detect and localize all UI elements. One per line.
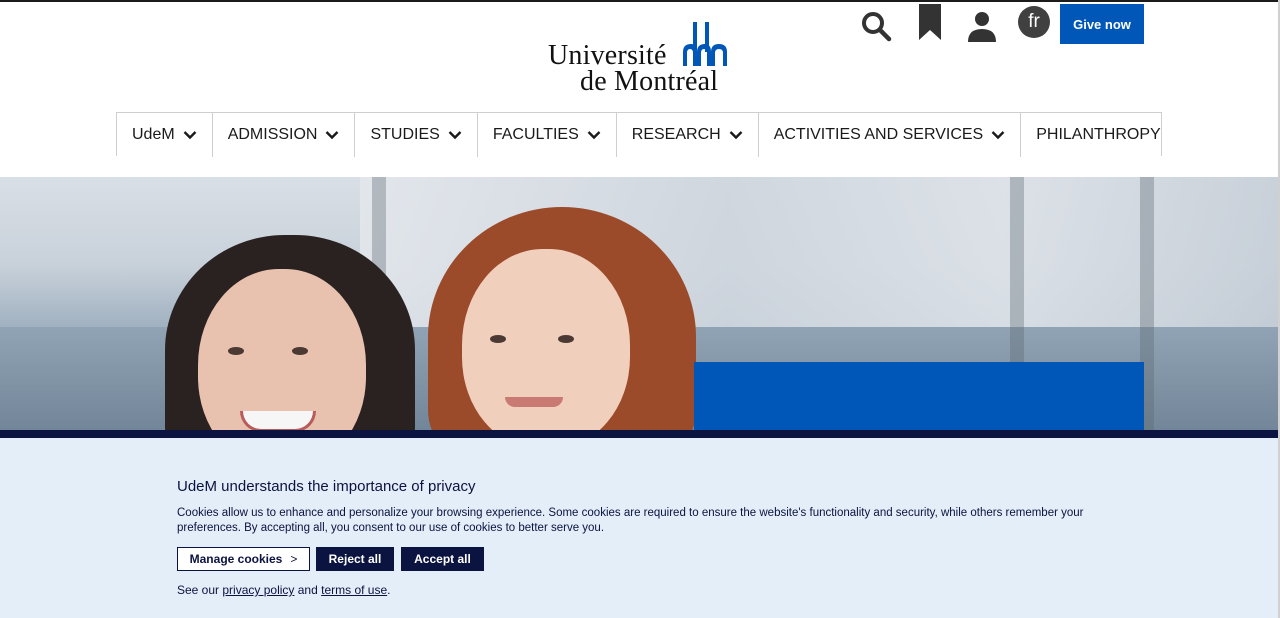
nav-item-philanthropy[interactable]: PHILANTHROPY — [1021, 113, 1175, 157]
search-icon[interactable] — [858, 6, 894, 46]
bookmark-icon[interactable] — [912, 2, 948, 42]
person-left-eye — [228, 347, 244, 355]
person-right-eye — [490, 335, 506, 343]
manage-cookies-button[interactable]: Manage cookies > — [177, 547, 310, 571]
language-toggle-button[interactable]: fr — [1018, 6, 1050, 38]
site-header: Université de Montréal fr Give now UdeM … — [0, 2, 1280, 177]
nav-item-label: RESEARCH — [631, 126, 721, 143]
chevron-down-icon — [448, 130, 462, 140]
nav-item-label: ACTIVITIES AND SERVICES — [773, 126, 984, 143]
person-right-eye — [558, 335, 574, 343]
hero-image — [0, 177, 1280, 430]
logo-text-line2: de Montréal — [580, 66, 719, 97]
nav-item-activities-and-services[interactable]: ACTIVITIES AND SERVICES — [759, 113, 1022, 157]
manage-cookies-label: Manage cookies — [189, 552, 283, 566]
logo-mark-icon — [683, 22, 727, 66]
hero-blue-panel — [694, 362, 1144, 430]
give-now-button[interactable]: Give now — [1060, 4, 1144, 44]
footer-prefix: See our — [177, 583, 220, 597]
nav-item-label: STUDIES — [370, 126, 440, 143]
chevron-down-icon — [183, 130, 197, 140]
chevron-down-icon — [587, 130, 601, 140]
nav-item-udem[interactable]: UdeM — [117, 113, 213, 157]
reject-all-button[interactable]: Reject all — [316, 547, 394, 571]
chevron-down-icon — [729, 130, 743, 140]
cookie-banner: UdeM understands the importance of priva… — [0, 438, 1280, 618]
nav-item-admission[interactable]: ADMISSION — [213, 113, 356, 157]
person-right-smile — [505, 397, 563, 407]
nav-item-label: ADMISSION — [227, 126, 318, 143]
main-nav: UdeM ADMISSION STUDIES FACULTIES RESEARC… — [116, 112, 1162, 157]
nav-item-label: PHILANTHROPY — [1036, 126, 1161, 143]
chevron-right-icon: > — [290, 552, 298, 566]
nav-item-faculties[interactable]: FACULTIES — [478, 113, 617, 157]
chevron-down-icon — [325, 130, 339, 140]
cookie-banner-top-bar — [0, 430, 1280, 438]
person-left-smile — [240, 411, 316, 430]
footer-and: and — [297, 583, 318, 597]
nav-item-research[interactable]: RESEARCH — [617, 113, 759, 157]
cookie-banner-text: Cookies allow us to enhance and personal… — [177, 507, 1084, 534]
nav-item-label: FACULTIES — [492, 126, 579, 143]
cookie-banner-footer: See our privacy policy and terms of use. — [177, 583, 391, 597]
chevron-down-icon — [991, 130, 1005, 140]
accept-all-button[interactable]: Accept all — [401, 547, 484, 571]
privacy-policy-link[interactable]: privacy policy — [222, 583, 294, 597]
cookie-banner-title: UdeM understands the importance of priva… — [177, 478, 476, 495]
person-left-eye — [292, 347, 308, 355]
user-icon[interactable] — [964, 6, 1000, 46]
footer-suffix: . — [387, 583, 391, 597]
udem-logo[interactable]: Université de Montréal — [548, 22, 738, 97]
terms-of-use-link[interactable]: terms of use — [321, 583, 387, 597]
nav-item-studies[interactable]: STUDIES — [355, 113, 478, 157]
nav-item-label: UdeM — [132, 126, 175, 143]
